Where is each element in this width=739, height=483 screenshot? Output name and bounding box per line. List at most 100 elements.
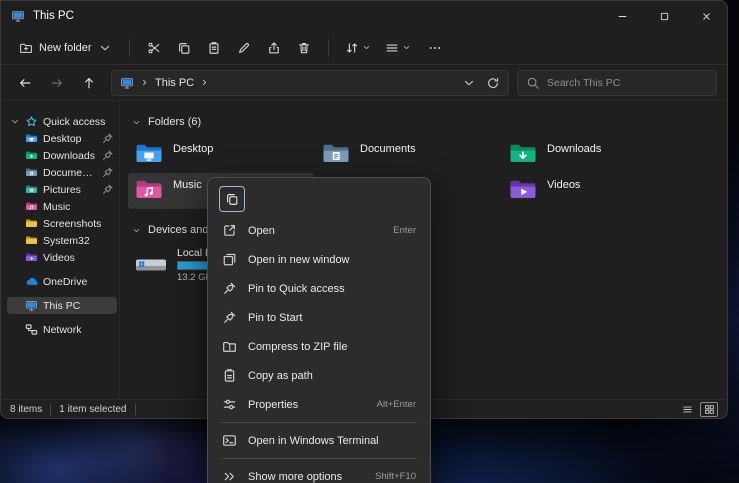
sidebar-item-music[interactable]: Music — [7, 198, 117, 215]
search-icon — [526, 76, 540, 90]
breadcrumb[interactable]: This PC — [155, 77, 194, 89]
menu-item-properties[interactable]: PropertiesAlt+Enter — [212, 390, 426, 419]
menu-item-compress-to-zip-file[interactable]: Compress to ZIP file — [212, 332, 426, 361]
menu-item-label: Properties — [248, 399, 298, 411]
pin-icon — [222, 281, 237, 296]
large-icons-view-button[interactable] — [700, 402, 718, 417]
pin-icon — [101, 166, 114, 179]
quick-actions-row — [212, 182, 426, 216]
folder-videos-icon — [25, 251, 38, 264]
sidebar-item-screenshots[interactable]: Screenshots — [7, 215, 117, 232]
folder-tile-documents[interactable]: Documents — [315, 137, 502, 173]
view-icon — [385, 41, 399, 55]
address-bar[interactable]: This PC — [111, 70, 509, 96]
sidebar-item-documents[interactable]: Documents — [7, 164, 117, 181]
sidebar-item-videos[interactable]: Videos — [7, 249, 117, 266]
menu-item-label: Show more options — [248, 471, 342, 483]
folder-music-icon — [25, 200, 38, 213]
new-folder-button[interactable]: New folder — [11, 36, 120, 60]
rename-button[interactable] — [229, 34, 259, 62]
folder-tile-desktop[interactable]: Desktop — [128, 137, 315, 173]
window-title: This PC — [33, 10, 74, 22]
menu-item-shortcut: Shift+F10 — [375, 471, 416, 482]
folder-desktop-icon — [134, 139, 164, 169]
menu-item-label: Pin to Quick access — [248, 283, 345, 295]
maximize-button[interactable] — [643, 1, 685, 31]
more-icon — [428, 41, 442, 55]
sidebar-item-label: Documents — [43, 167, 96, 179]
sidebar-item-downloads[interactable]: Downloads — [7, 147, 117, 164]
folder-tile-label: Documents — [360, 143, 416, 155]
search-box[interactable] — [517, 70, 717, 96]
folder-pictures-icon — [25, 183, 38, 196]
minimize-button[interactable] — [601, 1, 643, 31]
refresh-icon[interactable] — [486, 76, 500, 90]
menu-item-open-in-windows-terminal[interactable]: Open in Windows Terminal — [212, 426, 426, 455]
folders-header-label: Folders (6) — [148, 116, 201, 128]
search-input[interactable] — [547, 77, 708, 89]
menu-item-pin-to-start[interactable]: Pin to Start — [212, 303, 426, 332]
arrow-left-icon — [18, 76, 32, 90]
sidebar-item-label: Music — [43, 201, 70, 213]
navigation-sidebar: Quick accessDesktopDownloads Documents Pic… — [1, 101, 119, 399]
folders-section-header[interactable]: Folders (6) — [132, 113, 727, 131]
folder-music-icon — [134, 175, 164, 205]
toolbar-separator — [328, 39, 329, 57]
copy-button[interactable] — [169, 34, 199, 62]
sidebar-item-label: This PC — [43, 300, 80, 312]
sidebar-item-label: Network — [43, 324, 82, 336]
delete-button[interactable] — [289, 34, 319, 62]
window-new-icon — [222, 252, 237, 267]
folder-tile-videos[interactable]: Videos — [502, 173, 689, 209]
sort-button[interactable] — [338, 36, 378, 60]
sidebar-item-onedrive[interactable]: OneDrive — [7, 273, 117, 290]
show-more-icon — [222, 469, 237, 483]
folder-downloads-icon — [508, 139, 538, 169]
folder-tile-label: Music — [173, 179, 202, 191]
sidebar-item-pictures[interactable]: Pictures — [7, 181, 117, 198]
pin-icon — [101, 183, 114, 196]
details-view-button[interactable] — [678, 402, 696, 417]
up-button[interactable] — [75, 69, 103, 97]
menu-item-shortcut: Enter — [393, 225, 416, 236]
menu-item-copy-as-path[interactable]: Copy as path — [212, 361, 426, 390]
hard-drive-icon — [134, 247, 168, 283]
sidebar-item-network[interactable]: Network — [7, 321, 117, 338]
sidebar-item-this-pc[interactable]: This PC — [7, 297, 117, 314]
address-dropdown-icon[interactable] — [462, 76, 476, 90]
close-button[interactable] — [685, 1, 727, 31]
toolbar-separator — [129, 39, 130, 57]
grid-view-icon — [704, 404, 715, 415]
sidebar-item-system32[interactable]: System32 — [7, 232, 117, 249]
menu-item-open-in-new-window[interactable]: Open in new window — [212, 245, 426, 274]
menu-item-open[interactable]: Open Enter — [212, 216, 426, 245]
share-button[interactable] — [259, 34, 289, 62]
menu-item-show-more-options[interactable]: Show more options Shift+F10 — [212, 462, 426, 483]
back-button[interactable] — [11, 69, 39, 97]
pin-icon — [101, 132, 114, 145]
rename-icon — [237, 41, 251, 55]
menu-item-pin-to-quick-access[interactable]: Pin to Quick access — [212, 274, 426, 303]
folder-documents-icon — [25, 166, 38, 179]
chevron-right-icon — [200, 78, 209, 87]
command-toolbar: New folder — [1, 31, 727, 65]
view-button[interactable] — [378, 36, 418, 60]
forward-button[interactable] — [43, 69, 71, 97]
folder-tile-label: Desktop — [173, 143, 213, 155]
quick-action-copy-button[interactable] — [219, 186, 245, 212]
cut-button[interactable] — [139, 34, 169, 62]
menu-item-label: Open — [248, 225, 275, 237]
paste-button[interactable] — [199, 34, 229, 62]
menu-separator — [221, 422, 417, 423]
list-view-icon — [682, 404, 693, 415]
open-icon — [222, 223, 237, 238]
paste-icon — [207, 41, 221, 55]
more-options-button[interactable] — [420, 34, 450, 62]
toolbar-view-group — [338, 36, 418, 60]
titlebar: This PC — [1, 1, 727, 31]
folder-desktop-icon — [25, 132, 38, 145]
sidebar-item-desktop[interactable]: Desktop — [7, 130, 117, 147]
sidebar-item-quick-access[interactable]: Quick access — [7, 113, 117, 130]
sidebar-item-label: System32 — [43, 235, 90, 247]
folder-tile-downloads[interactable]: Downloads — [502, 137, 689, 173]
